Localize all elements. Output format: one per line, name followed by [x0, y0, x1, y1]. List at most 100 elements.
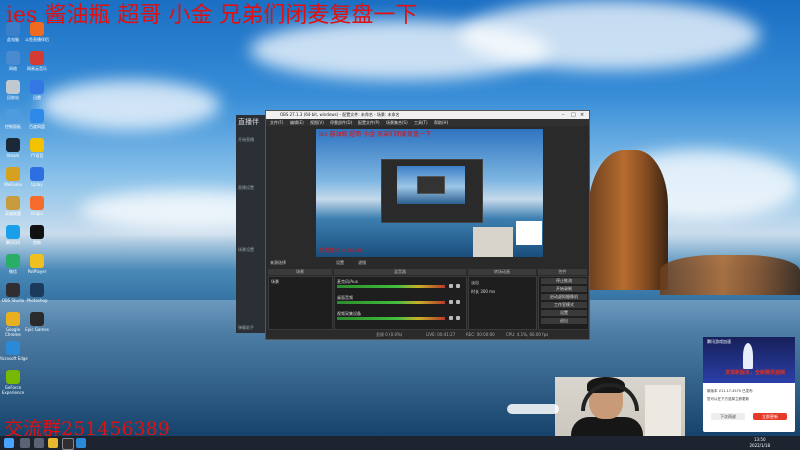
transition-select[interactable]: 淡出: [471, 280, 479, 286]
desktop-icon[interactable]: [6, 225, 20, 239]
popup-line: 新版本 V11.17.4570 已发布: [707, 389, 753, 393]
transition-duration[interactable]: 时长 300 ms: [471, 289, 495, 295]
status-rec: REC: 00:00:00: [466, 332, 495, 337]
popup-line: 您可以在下方选择立即更新: [707, 397, 749, 401]
desktop-icon[interactable]: [6, 51, 20, 65]
speaker-icon[interactable]: [449, 300, 453, 304]
side-item-danmu-helper[interactable]: 弹幕助手: [238, 325, 254, 331]
nested-preview: [397, 166, 465, 204]
minimize-icon[interactable]: –: [562, 112, 565, 118]
preview-popup: [516, 221, 542, 245]
desktop-icon[interactable]: [6, 80, 20, 94]
desktop-icon[interactable]: [6, 138, 20, 152]
desktop-icon-label: 迅雷: [33, 95, 41, 100]
desktop-icon[interactable]: [30, 167, 44, 181]
desktop-icon[interactable]: [6, 109, 20, 123]
desktop-icon[interactable]: [30, 196, 44, 210]
clock-date: 2022/1/18: [749, 443, 770, 448]
desktop-icon-label: 斗鱼直播伴侣: [25, 37, 49, 42]
stop-streaming-button[interactable]: 停止推流: [541, 278, 587, 284]
tab-filters[interactable]: 滤镜: [358, 260, 366, 266]
desktop-icon[interactable]: [30, 109, 44, 123]
obs-taskbar-icon[interactable]: [62, 438, 74, 450]
desktop-icon[interactable]: [30, 312, 44, 326]
desktop-icon-label: YY语音: [30, 153, 44, 158]
mixer-row-mic: 麦克风/Aux: [337, 279, 465, 293]
status-dropped-frames: 丢帧 0 (0.0%): [376, 332, 403, 337]
desktop-icon-label: 网易云音乐: [27, 66, 47, 71]
obs-titlebar: OBS 27.1.3 (64-bit, windows) - 配置文件: 未命名…: [266, 111, 589, 119]
desktop-icon[interactable]: [30, 138, 44, 152]
tab-source-select[interactable]: 来源选择: [270, 260, 286, 266]
desktop-icon[interactable]: [30, 254, 44, 268]
menu-tools[interactable]: 工具(T): [414, 120, 428, 126]
menu-docks[interactable]: 停靠部件(D): [330, 120, 352, 126]
start-icon[interactable]: [4, 438, 14, 448]
desktop-icon-label: PotPlayer: [27, 269, 47, 274]
maximize-icon[interactable]: □: [571, 112, 576, 118]
desktop-icon[interactable]: [6, 312, 20, 326]
search-icon[interactable]: [20, 438, 30, 448]
desktop-icon[interactable]: [30, 225, 44, 239]
desktop-icon-label: 百度网盘: [29, 124, 45, 129]
gear-icon[interactable]: [456, 284, 460, 288]
gear-icon[interactable]: [456, 300, 460, 304]
virtual-camera-button[interactable]: 启动虚拟摄像机: [541, 294, 587, 300]
rocket-icon: [743, 343, 753, 369]
side-item-live-settings[interactable]: 直播设置: [238, 185, 254, 191]
taskbar: 13:50 2022/1/18: [0, 436, 800, 450]
transitions-header: 转场动画: [468, 269, 536, 275]
close-icon[interactable]: ×: [580, 112, 584, 118]
volume-meter: [337, 285, 445, 288]
floating-toolbar[interactable]: [507, 404, 559, 414]
update-now-button[interactable]: 立即更新: [753, 413, 787, 420]
menu-profile[interactable]: 配置文件(P): [358, 120, 380, 126]
start-recording-button[interactable]: 开始录制: [541, 286, 587, 292]
gear-icon[interactable]: [456, 316, 460, 320]
desktop-icon-label: GeForce Experience: [1, 385, 25, 395]
desktop-icon[interactable]: [6, 196, 20, 210]
desktop-icon[interactable]: [30, 283, 44, 297]
side-item-start-live[interactable]: 开始直播: [238, 137, 254, 143]
mixer-panel: 麦克风/Aux 桌面音频 视频采集设备: [334, 276, 467, 330]
menu-edit[interactable]: 编辑(E): [290, 120, 304, 126]
sea-stack-rock: [588, 150, 668, 290]
obs-preview[interactable]: ies 酱油瓶 超哥 小金 兄弟们闭麦复盘一下 交流群251456389: [316, 129, 543, 257]
menu-scene-collection[interactable]: 场景集合(S): [386, 120, 408, 126]
dock-headers: 场景 混音器 转场动画 控件: [266, 269, 589, 275]
browser-icon[interactable]: [76, 438, 86, 448]
popup-title: 腾讯游戏加速: [707, 339, 731, 344]
desktop-icon[interactable]: [6, 283, 20, 297]
task-view-icon[interactable]: [34, 438, 44, 448]
controls-header: 控件: [538, 269, 587, 275]
mixer-header: 混音器: [334, 269, 466, 275]
exit-button[interactable]: 退出: [541, 318, 587, 324]
side-item-scene-settings[interactable]: 场景设置: [238, 247, 254, 253]
desktop-icon[interactable]: [30, 51, 44, 65]
speaker-icon[interactable]: [449, 284, 453, 288]
speaker-icon[interactable]: [449, 316, 453, 320]
status-live: LIVE: 00:41:27: [426, 332, 456, 337]
mixer-row-video: 视频采集设备: [337, 311, 465, 325]
system-clock: 13:50 2022/1/18: [749, 437, 770, 449]
desktop-icon[interactable]: [6, 341, 20, 355]
studio-mode-button[interactable]: 工作室模式: [541, 302, 587, 308]
desktop-icon[interactable]: [6, 167, 20, 181]
explorer-icon[interactable]: [48, 438, 58, 448]
tab-settings[interactable]: 设置: [336, 260, 344, 266]
settings-button[interactable]: 设置: [541, 310, 587, 316]
volume-meter: [337, 301, 445, 304]
scene-item[interactable]: 场景: [271, 279, 279, 285]
preview-desktop-capture: ies 酱油瓶 超哥 小金 兄弟们闭麦复盘一下 交流群251456389: [316, 129, 543, 257]
menu-file[interactable]: 文件(F): [270, 120, 283, 126]
rock-shore: [660, 255, 800, 295]
obs-menubar: 文件(F) 编辑(E) 视图(V) 停靠部件(D) 配置文件(P) 场景集合(S…: [266, 119, 589, 126]
desktop-icon[interactable]: [30, 80, 44, 94]
desktop-icon[interactable]: [6, 254, 20, 268]
scenes-header: 场景: [268, 269, 332, 275]
menu-help[interactable]: 帮助(H): [434, 120, 448, 126]
later-button[interactable]: 下次再说: [711, 413, 745, 420]
desktop-icon[interactable]: [6, 370, 20, 384]
popup-headline: 发现新版本，全新腾讯视频: [725, 370, 786, 376]
menu-view[interactable]: 视图(V): [310, 120, 324, 126]
